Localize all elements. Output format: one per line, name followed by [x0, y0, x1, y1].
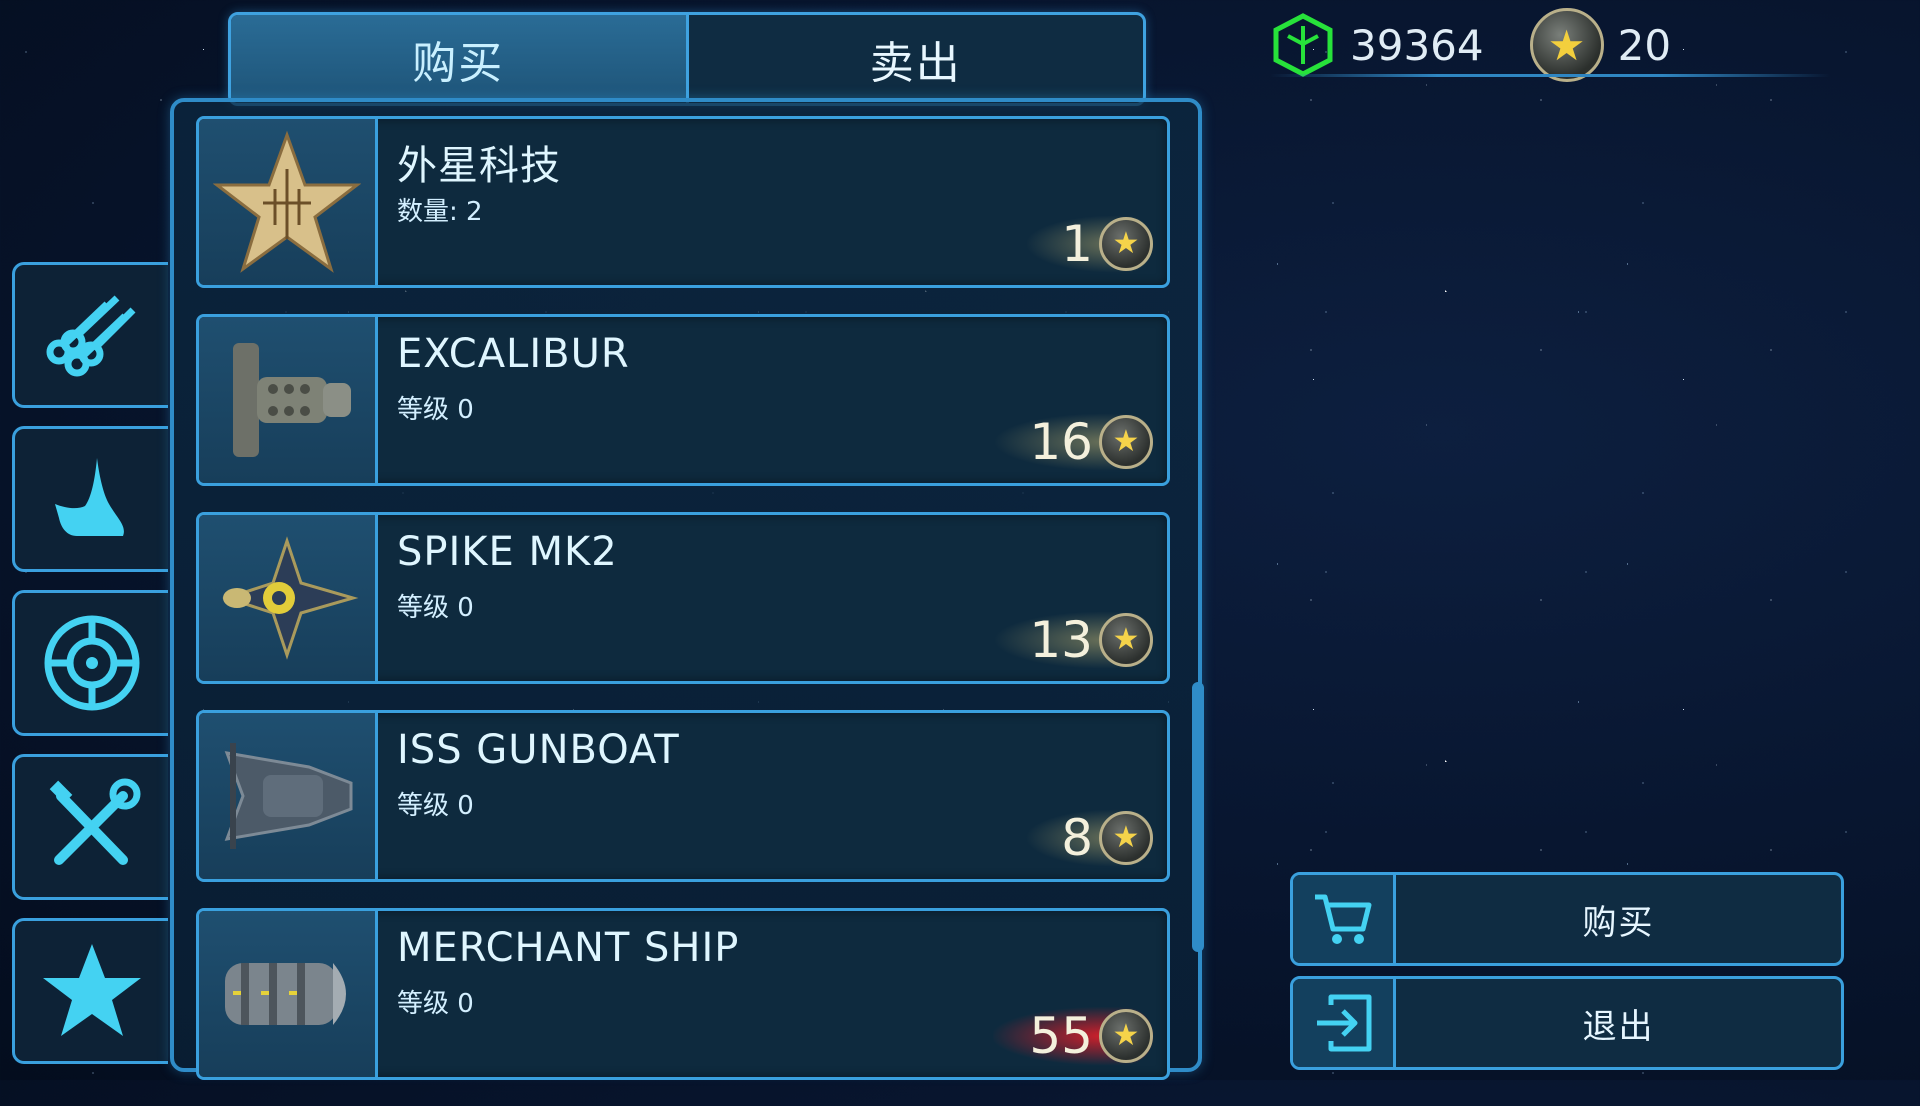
item-price-value: 16	[1029, 413, 1093, 471]
alien-tech-star-icon	[213, 130, 361, 273]
item-price: 16 ★	[993, 413, 1153, 471]
item-name: SPIKE MK2	[397, 529, 618, 575]
cart-icon-box	[1293, 875, 1396, 963]
item-price: 13 ★	[993, 611, 1153, 669]
item-price: 8 ★	[1025, 809, 1153, 867]
item-price-value: 8	[1061, 809, 1093, 867]
tab-sell[interactable]: 卖出	[689, 15, 1144, 103]
star-coin-icon: ★	[1099, 415, 1153, 469]
exit-button[interactable]: 退出	[1290, 976, 1844, 1070]
list-item[interactable]: SPIKE MK2 等级 0 13 ★	[196, 512, 1170, 684]
item-level: 等级 0	[397, 593, 474, 623]
crosshair-icon	[44, 615, 139, 711]
buy-button-label: 购买	[1582, 902, 1655, 943]
item-level: 等级 0	[397, 989, 474, 1019]
item-name: EXCALIBUR	[397, 331, 630, 377]
item-thumbnail	[199, 317, 378, 483]
buy-button[interactable]: 购买	[1290, 872, 1844, 966]
list-scrollbar[interactable]	[1192, 682, 1204, 952]
star-coin-icon: ★	[1099, 217, 1153, 271]
category-tools[interactable]	[12, 754, 168, 900]
item-price-value: 1	[1061, 215, 1093, 273]
exit-button-label: 退出	[1582, 1006, 1655, 1047]
tools-icon	[49, 778, 140, 865]
spike-mk2-ship-icon	[222, 536, 359, 660]
star-coin-icon: ★	[1099, 613, 1153, 667]
star-coin-icon: ★	[1099, 1009, 1153, 1063]
excalibur-ship-icon	[233, 343, 351, 457]
merchant-ship-icon	[225, 963, 346, 1025]
gunboat-ship-icon	[224, 743, 353, 849]
buy-sell-tabs: 购买 卖出	[228, 12, 1146, 106]
item-thumbnail	[199, 911, 378, 1077]
pipes-icon	[46, 295, 135, 377]
item-quantity: 数量: 2	[397, 197, 483, 227]
star-currency-icon: ★	[1529, 8, 1604, 82]
currency-underline	[1270, 74, 1830, 77]
category-pipes[interactable]	[12, 262, 168, 408]
currency-bar: 39364 ★ 20	[1270, 8, 1840, 82]
category-sidebar	[12, 262, 168, 1082]
item-price: 1 ★	[1025, 215, 1153, 273]
item-name: 外星科技	[397, 143, 561, 189]
star-currency-value: 20	[1617, 20, 1672, 70]
exit-icon	[1317, 994, 1372, 1052]
item-level: 等级 0	[397, 791, 474, 821]
item-name: MERCHANT SHIP	[397, 925, 740, 971]
item-price-value: 55	[1029, 1007, 1093, 1065]
category-target[interactable]	[12, 590, 168, 736]
cube-currency-icon	[1273, 13, 1333, 77]
item-price-value: 13	[1029, 611, 1093, 669]
list-item[interactable]: 外星科技 数量: 2 1 ★	[196, 116, 1170, 288]
list-item[interactable]: EXCALIBUR 等级 0 16 ★	[196, 314, 1170, 486]
item-name: ISS GUNBOAT	[397, 727, 680, 773]
cart-icon	[1315, 894, 1372, 944]
star-coin-icon: ★	[1099, 811, 1153, 865]
item-thumbnail	[199, 119, 378, 285]
item-thumbnail	[199, 713, 378, 879]
item-price-insufficient: 55 ★	[993, 1007, 1153, 1065]
category-boot[interactable]	[12, 426, 168, 572]
cube-currency-value: 39364	[1350, 20, 1484, 70]
star-icon	[42, 944, 141, 1036]
exit-icon-box	[1293, 979, 1396, 1067]
category-star[interactable]	[12, 918, 168, 1064]
boot-icon	[54, 458, 124, 536]
tab-buy[interactable]: 购买	[231, 15, 689, 103]
item-thumbnail	[199, 515, 378, 681]
item-list: 外星科技 数量: 2 1 ★ EXCALIBUR 等级 0 16 ★ SPIKE…	[196, 116, 1170, 1106]
list-item[interactable]: ISS GUNBOAT 等级 0 8 ★	[196, 710, 1170, 882]
item-level: 等级 0	[397, 395, 474, 425]
list-item[interactable]: MERCHANT SHIP 等级 0 55 ★	[196, 908, 1170, 1080]
